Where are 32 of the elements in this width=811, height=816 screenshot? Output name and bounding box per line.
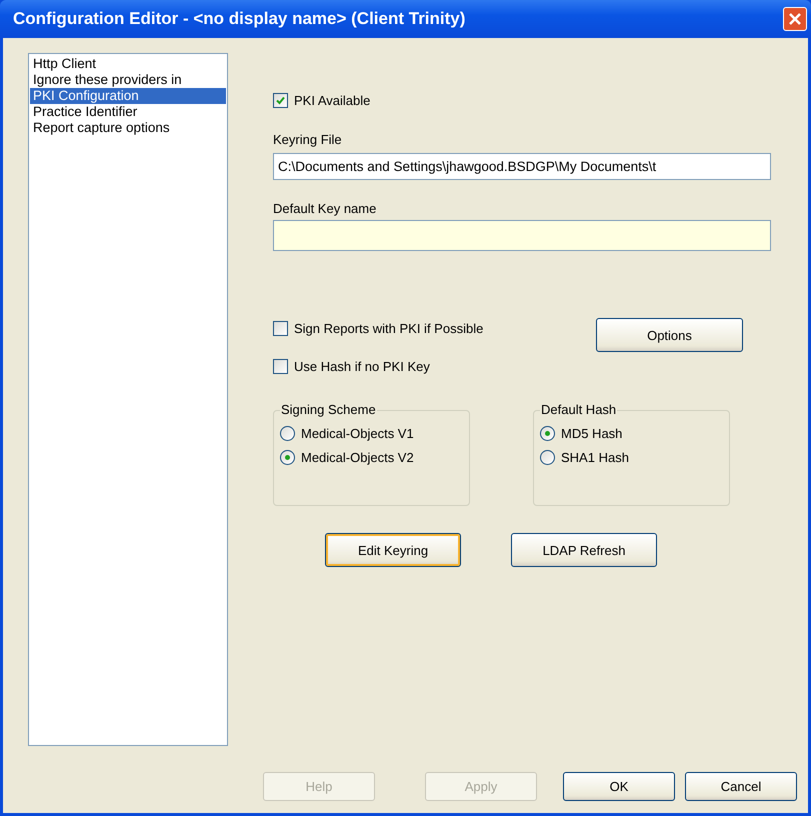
options-button[interactable]: Options	[596, 318, 743, 352]
window-title: Configuration Editor - <no display name> (Client Trinity)	[13, 9, 466, 29]
default-key-field[interactable]	[273, 220, 771, 251]
radio-label: Medical-Objects V1	[301, 426, 414, 440]
sidebar-item[interactable]: Ignore these providers in	[30, 72, 226, 88]
radio-button[interactable]	[540, 450, 555, 464]
sidebar-item[interactable]: PKI Configuration	[30, 88, 226, 104]
button[interactable]: OK	[563, 772, 675, 801]
checkbox[interactable]	[273, 320, 288, 336]
checkbox[interactable]	[273, 92, 288, 108]
checkbox-label: Sign Reports with PKI if Possible	[294, 320, 484, 336]
radio-label: Medical-Objects V2	[301, 450, 414, 464]
checkbox[interactable]	[273, 358, 288, 374]
keyring-file-field[interactable]: C:\Documents and Settings\jhawgood.BSDGP\My Documents\t	[273, 153, 771, 180]
sidebar-item[interactable]: Http Client	[30, 56, 226, 72]
radio-button[interactable]	[540, 426, 555, 440]
radio-label: SHA1 Hash	[561, 450, 629, 464]
close-icon[interactable]	[783, 7, 807, 31]
field-label: Keyring File	[273, 132, 343, 147]
field-label: Default Key name	[273, 201, 378, 216]
radio-label: MD5 Hash	[561, 426, 622, 440]
button[interactable]: Cancel	[685, 772, 797, 801]
check-icon	[276, 96, 285, 104]
checkbox-label: PKI Available	[294, 92, 370, 108]
button[interactable]: LDAP Refresh	[511, 533, 657, 567]
radio-button[interactable]	[280, 450, 295, 464]
checkbox-label: Use Hash if no PKI Key	[294, 358, 430, 374]
group-title: Signing Scheme	[280, 402, 377, 418]
sidebar-item[interactable]: Report capture options	[30, 120, 226, 136]
button[interactable]: Edit Keyring	[325, 533, 461, 567]
sidebar-item[interactable]: Practice Identifier	[30, 104, 226, 120]
radio-button[interactable]	[280, 426, 295, 440]
